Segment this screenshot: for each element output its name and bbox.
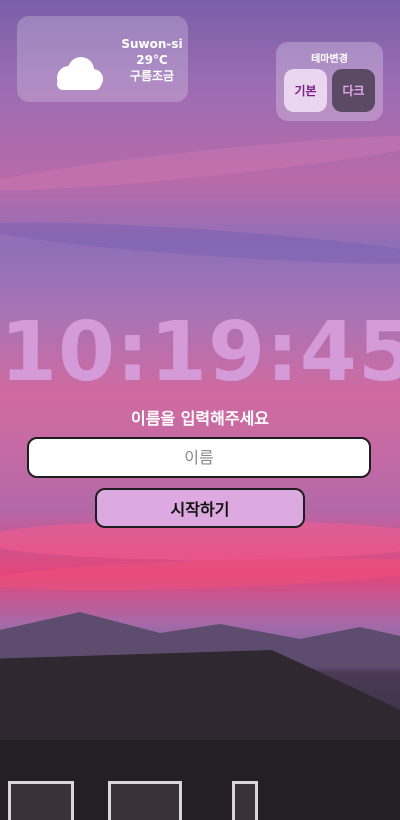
name-prompt: 이름을 입력해주세요	[130, 409, 270, 428]
weather-widget: Suwon-si 29°C 구름조금	[17, 16, 188, 102]
weather-condition: 구름조금	[129, 69, 175, 83]
theme-switcher: 테마변경 기본 다크	[276, 42, 383, 121]
theme-dark-button[interactable]: 다크	[332, 69, 375, 112]
window	[8, 781, 74, 820]
start-button[interactable]: 시작하기	[95, 488, 305, 528]
weather-city: Suwon-si	[121, 37, 183, 51]
weather-info: Suwon-si 29°C 구름조금	[112, 36, 192, 84]
name-input[interactable]	[27, 437, 371, 478]
sky-streak	[0, 126, 400, 200]
theme-title: 테마변경	[311, 54, 348, 65]
cloud-icon	[57, 57, 103, 90]
sky-streak	[0, 213, 400, 273]
window	[232, 781, 258, 820]
window	[108, 781, 182, 820]
theme-basic-button[interactable]: 기본	[284, 69, 327, 112]
clock-display: 10:19:45	[0, 305, 400, 400]
weather-temperature: 29°C	[136, 53, 168, 67]
building-silhouette	[0, 740, 400, 820]
